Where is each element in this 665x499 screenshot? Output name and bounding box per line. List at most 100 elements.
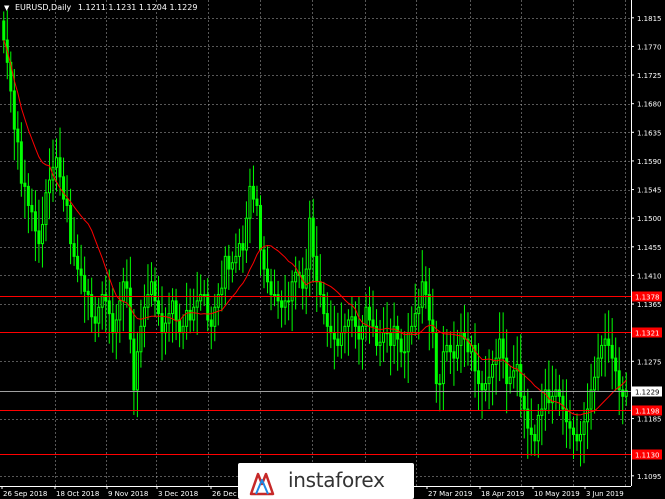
candle-body	[149, 281, 153, 296]
x-tick-label: 3 Dec 2018	[158, 490, 198, 498]
candle-body	[382, 332, 386, 343]
candle-body	[202, 294, 206, 297]
candle-body	[79, 268, 83, 276]
candle-body	[403, 351, 407, 354]
candle-body	[582, 421, 586, 435]
candle-body	[23, 182, 27, 187]
candle-body	[575, 433, 579, 442]
candle-body	[104, 294, 108, 302]
candle-body	[413, 313, 417, 327]
candle-body	[410, 325, 414, 334]
candle-body	[209, 319, 213, 327]
candle-body	[571, 427, 575, 435]
candle-body	[353, 316, 357, 327]
candle-body	[283, 300, 287, 308]
candle-body	[47, 179, 51, 194]
candle-body	[427, 294, 431, 321]
candle-body	[12, 90, 16, 130]
y-tick-label: 1.1410	[637, 272, 662, 280]
ohlc-values: 1.1211 1.1231 1.1204 1.1229	[77, 3, 198, 12]
candle-body	[311, 217, 315, 257]
candle-body	[276, 294, 280, 302]
candle-body	[406, 332, 410, 353]
candle-body	[491, 364, 495, 378]
x-tick-label: 9 Nov 2018	[108, 490, 148, 498]
candle-body	[220, 287, 224, 296]
candle-body	[142, 306, 146, 327]
candle-body	[445, 344, 449, 353]
chart-title-bar[interactable]: ▼ EURUSD,Daily 1.1211 1.1231 1.1204 1.12…	[4, 3, 197, 12]
candle-body	[540, 408, 544, 416]
candle-body	[441, 351, 445, 385]
candle-body	[346, 319, 350, 327]
candle-body	[251, 185, 255, 200]
candle-body	[308, 217, 312, 270]
candle-body	[26, 185, 30, 206]
candle-body	[438, 383, 442, 386]
candle-body	[501, 338, 505, 359]
candle-body	[273, 294, 277, 297]
candle-body	[498, 338, 502, 359]
x-tick-label: 26 Sep 2018	[3, 490, 47, 498]
candle-body	[533, 433, 537, 442]
candle-body	[195, 300, 199, 308]
candle-body	[621, 389, 625, 397]
moving-average-line	[3, 39, 627, 416]
candle-body	[557, 389, 561, 397]
candle-body	[230, 262, 234, 270]
chart-window: 1.1378 1.1321 1.1198 1.1130 1.1229 1.1815 1.17…	[0, 0, 665, 499]
candle-body	[121, 281, 125, 302]
candle-body	[526, 408, 530, 429]
y-tick-label: 1.1185	[637, 416, 662, 424]
candle-body	[459, 332, 463, 346]
candle-body	[455, 344, 459, 359]
candle-body	[40, 224, 44, 245]
candle-body	[192, 306, 196, 321]
candle-body	[508, 376, 512, 385]
candle-body	[543, 389, 547, 410]
y-tick-label: 1.1455	[637, 244, 662, 252]
candle-body	[227, 255, 231, 270]
candle-body	[529, 427, 533, 435]
price-chart[interactable]: 1.13781.13211.11981.11301.12291.18151.17…	[0, 0, 665, 499]
candle-body	[114, 319, 118, 334]
candle-body	[178, 319, 182, 334]
y-tick-label: 1.1365	[637, 301, 662, 309]
candle-body	[322, 294, 326, 315]
candle-body	[579, 433, 583, 442]
candle-body	[19, 141, 23, 184]
candle-body	[244, 217, 248, 251]
candle-body	[174, 300, 178, 321]
candle-body	[237, 243, 241, 257]
candle-body	[417, 306, 421, 315]
candle-body	[76, 255, 80, 270]
candle-body	[596, 357, 600, 378]
candle-body	[371, 319, 375, 327]
dropdown-arrow-icon[interactable]: ▼	[4, 4, 9, 12]
candle-body	[364, 306, 368, 327]
candle-body	[399, 338, 403, 353]
candle-body	[55, 157, 59, 168]
candle-body	[86, 290, 90, 296]
x-tick-label: 10 May 2019	[534, 490, 580, 498]
candle-body	[213, 306, 217, 327]
level-label: 1.1198	[635, 408, 660, 416]
candle-body	[262, 249, 266, 270]
candle-body	[153, 281, 157, 302]
candle-body	[188, 309, 192, 321]
candle-body	[255, 198, 259, 206]
candle-body	[181, 325, 185, 334]
candle-body	[536, 414, 540, 442]
candle-body	[258, 204, 262, 251]
candle-body	[487, 376, 491, 385]
candle-body	[477, 370, 481, 385]
candle-body	[269, 281, 273, 296]
y-tick-label: 1.1725	[637, 72, 662, 80]
candle-body	[350, 316, 354, 321]
candle-body	[280, 300, 284, 308]
x-tick-label: 3 Jun 2019	[586, 490, 624, 498]
candle-body	[164, 322, 168, 334]
candle-body	[568, 421, 572, 429]
candle-body	[83, 274, 87, 292]
candle-body	[290, 281, 294, 302]
